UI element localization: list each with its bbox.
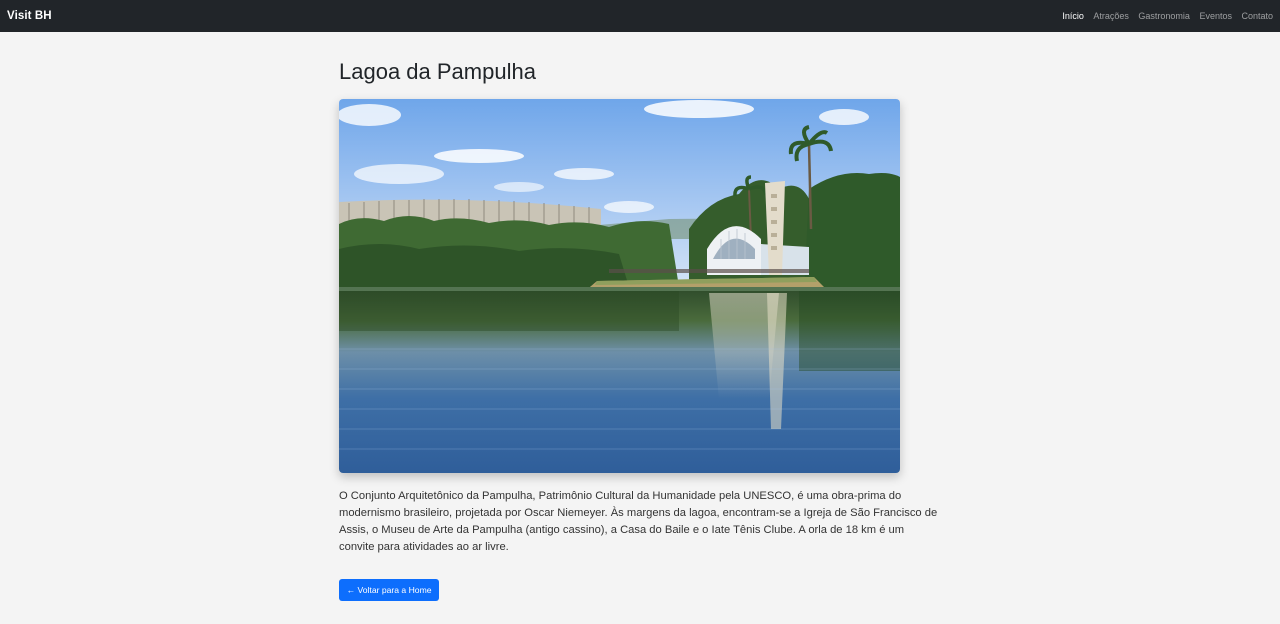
nav-link-eventos[interactable]: Eventos <box>1199 11 1232 21</box>
page-title: Lagoa da Pampulha <box>339 59 536 84</box>
attraction-description: O Conjunto Arquitetônico da Pampulha, Pa… <box>339 490 938 553</box>
nav-link-contato[interactable]: Contato <box>1241 11 1273 21</box>
hero-image <box>339 99 900 473</box>
lagoon-photo <box>339 99 900 473</box>
main-content: Lagoa da Pampulha O Conjunto Arquitetôni… <box>339 58 941 601</box>
nav-links: Início Atrações Gastronomia Eventos Cont… <box>1053 11 1273 21</box>
back-home-button[interactable]: ← Voltar para a Home <box>339 579 440 601</box>
top-navbar: Visit BH Início Atrações Gastronomia Eve… <box>0 0 1280 32</box>
brand-logo-link[interactable]: Visit BH <box>7 10 52 22</box>
nav-link-atracoes[interactable]: Atrações <box>1093 11 1129 21</box>
nav-link-gastronomia[interactable]: Gastronomia <box>1138 11 1190 21</box>
nav-link-inicio[interactable]: Início <box>1062 11 1084 21</box>
